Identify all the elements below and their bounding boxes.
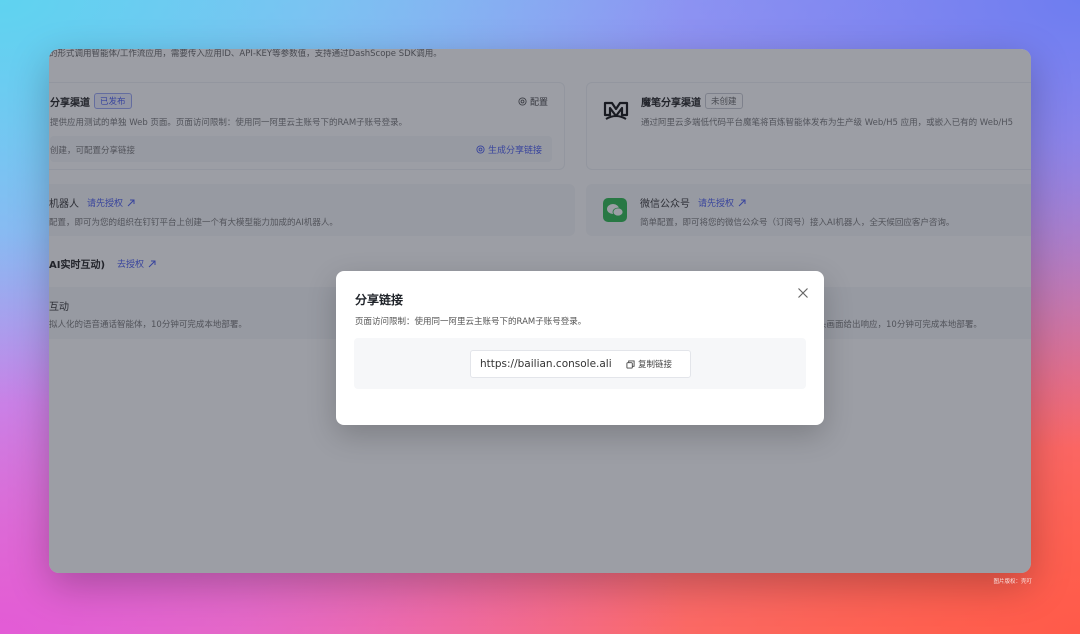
copy-link-label: 复制链接 <box>638 360 673 370</box>
image-credit-watermark: 图片版权：壳叮 <box>993 579 1032 585</box>
share-url-field[interactable]: https://bailian.console.ali... 复制链接 <box>470 350 691 378</box>
copy-icon <box>626 359 635 369</box>
share-link-panel: https://bailian.console.ali... 复制链接 <box>354 338 806 389</box>
share-url-text: https://bailian.console.ali... <box>480 358 611 370</box>
close-icon[interactable] <box>795 285 811 301</box>
dialog-title: 分享链接 <box>355 293 404 307</box>
share-link-dialog: 分享链接 页面访问限制：使用同一阿里云主账号下的RAM子账号登录。 https:… <box>336 271 824 425</box>
dialog-description: 页面访问限制：使用同一阿里云主账号下的RAM子账号登录。 <box>355 317 587 327</box>
copy-link-button[interactable]: 复制链接 <box>626 358 672 370</box>
